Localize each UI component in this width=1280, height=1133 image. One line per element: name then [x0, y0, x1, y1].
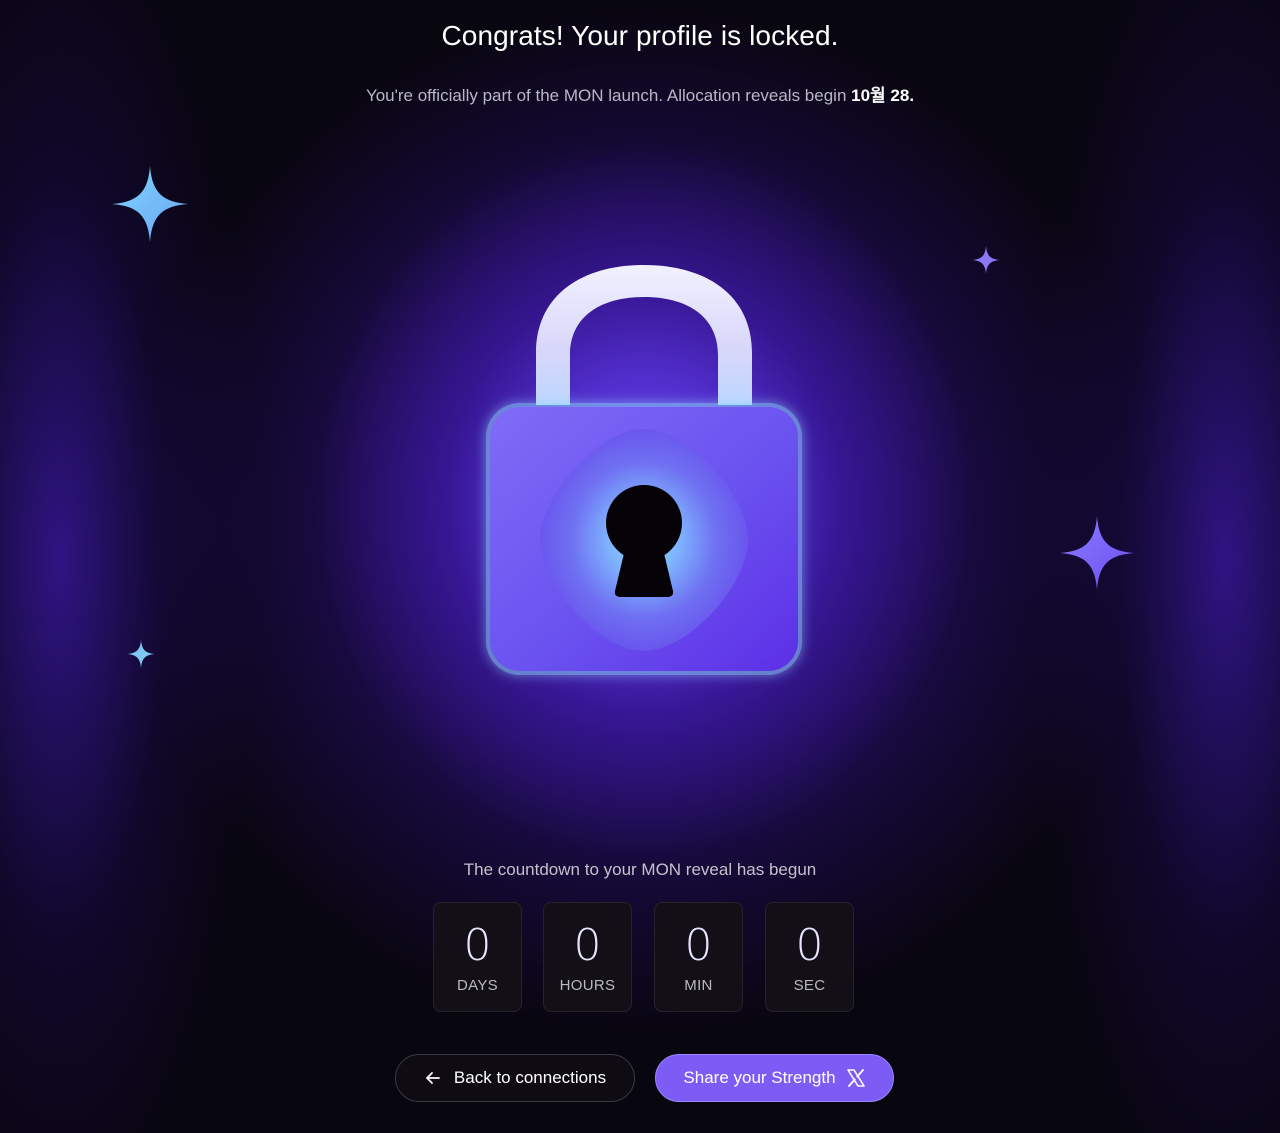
x-logo-icon: [846, 1068, 866, 1088]
share-button-label: Share your Strength: [683, 1068, 836, 1087]
countdown-unit: SEC: [793, 977, 826, 994]
countdown-value: 0: [573, 920, 602, 971]
arrow-left-icon: [424, 1069, 442, 1087]
countdown-minutes: 0 MIN: [654, 902, 743, 1012]
countdown-unit: HOURS: [559, 977, 616, 994]
locked-profile-page: Congrats! Your profile is locked. You're…: [0, 0, 1280, 1133]
subtitle-text: You're officially part of the MON launch…: [365, 86, 852, 105]
sparkle-icon: [1060, 516, 1134, 590]
countdown-value: 0: [463, 920, 492, 971]
sparkle-icon: [112, 166, 188, 242]
sparkle-icon: [127, 640, 155, 668]
countdown-hours: 0 HOURS: [543, 902, 632, 1012]
padlock-icon: [486, 265, 802, 675]
sparkle-icon: [972, 246, 1000, 274]
page-subtitle: You're officially part of the MON launch…: [0, 81, 1280, 106]
back-button-label: Back to connections: [453, 1068, 607, 1087]
back-to-connections-button[interactable]: Back to connections: [395, 1054, 635, 1102]
countdown-label: The countdown to your MON reveal has beg…: [463, 860, 817, 879]
countdown-days: 0 DAYS: [433, 902, 522, 1012]
share-strength-button[interactable]: Share your Strength: [655, 1054, 894, 1102]
countdown-value: 0: [684, 920, 713, 971]
countdown-value: 0: [795, 920, 824, 971]
page-title: Congrats! Your profile is locked.: [441, 20, 839, 51]
countdown-seconds: 0 SEC: [765, 902, 854, 1012]
countdown-unit: MIN: [684, 977, 713, 994]
reveal-date: 10월 28.: [851, 86, 915, 105]
countdown-unit: DAYS: [457, 977, 498, 994]
